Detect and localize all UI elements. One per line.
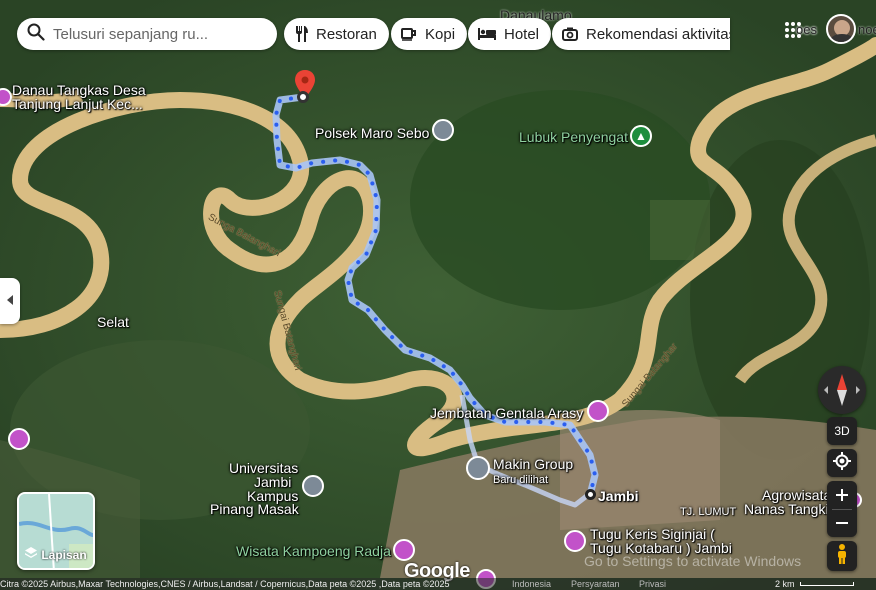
- place-pin-icon[interactable]: [432, 119, 454, 141]
- 3d-toggle-button[interactable]: 3D: [827, 417, 857, 445]
- privacy-link[interactable]: Privasi: [639, 578, 666, 590]
- route-start-icon: [297, 91, 309, 103]
- area-label: TJ. LUMUT: [680, 506, 737, 518]
- account-name: oes: [796, 22, 817, 37]
- park-pin-icon[interactable]: ▲: [630, 125, 652, 147]
- 3d-label: 3D: [834, 424, 850, 438]
- country-link[interactable]: Indonesia: [512, 578, 551, 590]
- compass-control[interactable]: [818, 366, 866, 414]
- zoom-out-button[interactable]: [836, 510, 848, 537]
- scale-label[interactable]: 2 km: [775, 578, 795, 590]
- place-label[interactable]: Pinang Masak: [210, 502, 299, 516]
- place-label[interactable]: Lubuk Penyengat: [519, 130, 628, 144]
- place-label[interactable]: Agrowisata: [762, 488, 831, 502]
- collapse-panel-button[interactable]: [0, 278, 20, 324]
- place-label[interactable]: Makin Group: [493, 457, 573, 471]
- chip-restaurants[interactable]: Restoran: [284, 18, 389, 50]
- search-box[interactable]: [17, 18, 277, 50]
- account-name-tail: noe: [858, 22, 876, 37]
- fork-knife-icon: [294, 26, 308, 42]
- layers-button[interactable]: Lapisan: [17, 492, 95, 570]
- minus-icon: [836, 522, 848, 524]
- search-icon[interactable]: [27, 23, 45, 46]
- camera-pin-icon[interactable]: [393, 539, 415, 561]
- place-label[interactable]: Polsek Maro Sebo: [315, 126, 429, 140]
- bed-icon: [478, 28, 496, 40]
- camera-pin-icon[interactable]: [587, 400, 609, 422]
- place-pin-icon[interactable]: [466, 456, 490, 480]
- windows-activation-watermark: Go to Settings to activate Windows: [584, 553, 802, 569]
- place-sublabel: Baru dilihat: [493, 474, 549, 486]
- place-label[interactable]: Jembatan Gentala Arasy: [430, 406, 583, 420]
- chip-label: Restoran: [316, 25, 377, 43]
- my-location-button[interactable]: [827, 449, 857, 477]
- plus-icon: [836, 489, 848, 501]
- monument-pin-icon[interactable]: [564, 530, 586, 552]
- place-label[interactable]: Nanas Tangkit: [744, 502, 832, 516]
- chip-label: Rekomendasi aktivitas: [586, 25, 730, 43]
- avatar[interactable]: [826, 14, 856, 44]
- chip-coffee[interactable]: Kopi: [391, 18, 468, 50]
- chip-things-to-do[interactable]: Rekomendasi aktivitas: [552, 18, 730, 50]
- route-end-icon: [585, 489, 596, 500]
- scale-bar: [800, 582, 854, 586]
- layers-label-row: Lapisan: [19, 547, 93, 562]
- place-label[interactable]: Selat: [97, 315, 129, 329]
- search-input[interactable]: [53, 25, 268, 43]
- place-label[interactable]: Jambi: [598, 489, 638, 503]
- chip-hotels[interactable]: Hotel: [468, 18, 552, 50]
- place-label[interactable]: Wisata Kampoeng Radja: [236, 544, 391, 558]
- layers-icon: [25, 547, 38, 562]
- pegman-icon: [836, 543, 848, 569]
- camera-icon: [562, 27, 578, 41]
- chip-label: Kopi: [425, 25, 456, 43]
- coffee-icon: [401, 27, 417, 41]
- attribution-text: Citra ©2025 Airbus,Maxar Technologies,CN…: [0, 579, 450, 589]
- terms-link[interactable]: Persyaratan: [571, 578, 620, 590]
- zoom-in-button[interactable]: [836, 482, 848, 509]
- camera-pin-icon[interactable]: [8, 428, 30, 450]
- attribution-bar: Citra ©2025 Airbus,Maxar Technologies,CN…: [0, 578, 876, 590]
- chevron-left-icon: [6, 292, 14, 310]
- chip-label: Hotel: [504, 25, 540, 43]
- place-label[interactable]: Jambi: [254, 475, 291, 489]
- layers-label: Lapisan: [41, 547, 87, 562]
- street-view-pegman[interactable]: [827, 541, 857, 571]
- place-label[interactable]: Danau Tangkas Desa: [12, 83, 146, 97]
- place-label[interactable]: Universitas: [229, 461, 298, 475]
- crosshair-icon: [833, 451, 851, 475]
- place-label[interactable]: Tugu Keris Siginjai (: [590, 527, 715, 541]
- map-canvas[interactable]: Sunga Batanghari Sungai Batanghari Sunga…: [0, 0, 876, 590]
- place-label[interactable]: Tanjung Lanjut Kec...: [12, 97, 143, 111]
- zoom-controls: [827, 481, 857, 537]
- school-pin-icon[interactable]: [302, 475, 324, 497]
